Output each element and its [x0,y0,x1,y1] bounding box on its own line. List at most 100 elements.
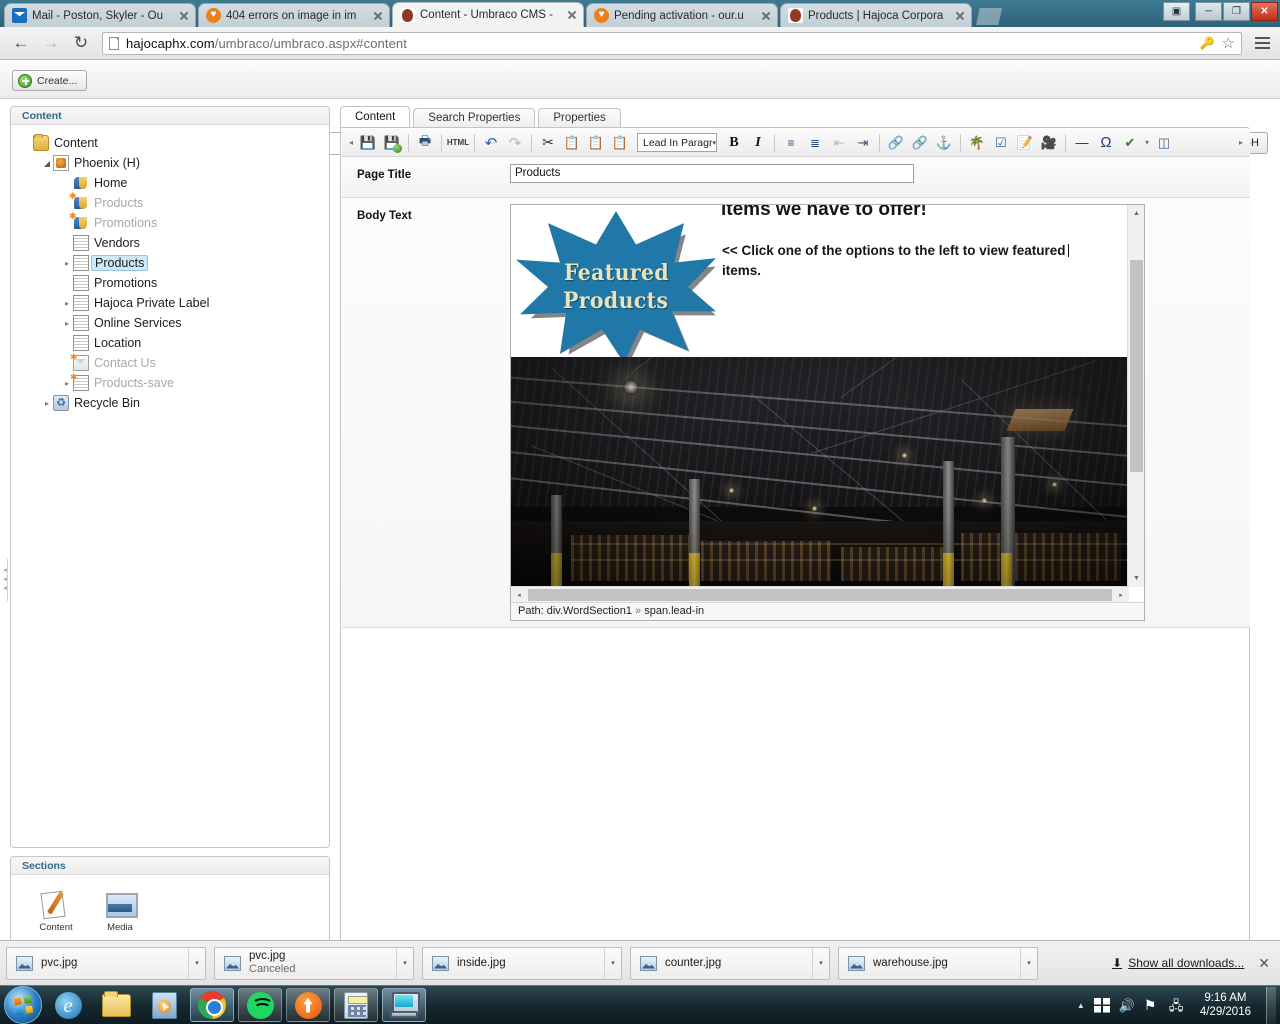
toolbar-scroll-left-icon[interactable]: ◂ [346,138,356,147]
tree-node[interactable]: ▸Online Services [21,313,329,333]
paste-icon[interactable]: 📋 [585,132,607,154]
save-icon[interactable]: 💾 [357,132,379,154]
save-and-publish-icon[interactable]: 💾 [381,132,403,154]
key-icon[interactable]: 🔑 [1200,36,1215,50]
paste-from-word-icon[interactable]: 📋 [609,132,631,154]
bookmark-star-icon[interactable]: ☆ [1222,34,1235,52]
tree-node[interactable]: ▸Recycle Bin [21,393,329,413]
close-icon[interactable] [565,8,579,22]
tree-node[interactable]: ✱Products [21,193,329,213]
tree-node[interactable]: Content [21,133,329,153]
tray-overflow-icon[interactable]: ▲ [1077,1001,1085,1010]
chevron-down-icon[interactable]: ▾ [812,948,829,979]
tree-node[interactable]: ✱Promotions [21,213,329,233]
page-info-icon[interactable] [109,37,119,50]
browser-tab[interactable]: 404 errors on image in im [198,3,390,27]
indent-icon[interactable]: ⇥ [852,132,874,154]
spellcheck-dropdown-icon[interactable]: ▾ [1142,138,1152,147]
scroll-left-icon[interactable]: ◂ [511,587,527,602]
close-icon[interactable] [759,9,773,23]
cut-icon[interactable]: ✂ [537,132,559,154]
insert-media-icon[interactable]: 🎥 [1038,132,1060,154]
rte-horizontal-scrollbar[interactable]: ◂ ▸ [511,586,1129,602]
tab-content[interactable]: Content [340,106,410,128]
tree-expand-icon[interactable]: ▸ [61,299,73,308]
windows-flag-icon[interactable] [1094,998,1110,1013]
unlink-icon[interactable]: 🔗 [909,132,931,154]
tree-expand-icon[interactable]: ▸ [61,259,73,268]
tree-node[interactable]: ▸Products [21,253,329,273]
back-button[interactable]: ← [6,30,36,56]
rte-canvas[interactable]: items we have to offer! Featured Product… [511,205,1129,587]
tree-node[interactable]: Location [21,333,329,353]
taskbar-internet-explorer[interactable] [46,988,90,1022]
copy-icon[interactable]: 📋 [561,132,583,154]
new-tab-button[interactable] [976,8,1002,25]
chevron-down-icon[interactable]: ▾ [604,948,621,979]
taskbar-spotify[interactable] [238,988,282,1022]
format-dropdown[interactable]: Lead In Paragr ▾ [637,133,717,152]
panel-collapse-handle[interactable]: ◂ ◂ ◂ [0,559,9,601]
show-desktop-button[interactable] [1266,987,1276,1024]
html-icon[interactable]: HTML [447,132,469,154]
link-icon[interactable]: 🔗 [885,132,907,154]
chrome-menu-button[interactable] [1250,31,1274,55]
content-tree[interactable]: Content◢Phoenix (H)Home✱Products✱Promoti… [11,125,329,413]
tree-node[interactable]: ◢Phoenix (H) [21,153,329,173]
bullet-list-icon[interactable]: ≡ [780,132,802,154]
page-title-input[interactable]: Products [510,164,914,183]
clock[interactable]: 9:16 AM 4/29/2016 [1194,991,1257,1019]
start-orb-icon[interactable] [4,986,42,1024]
outdent-icon[interactable]: ⇤ [828,132,850,154]
download-item[interactable]: pvc.jpg ▾ [6,947,206,980]
tree-node[interactable]: Home [21,173,329,193]
redo-icon[interactable]: ↷ [504,132,526,154]
bold-button[interactable]: B [723,132,745,154]
scroll-up-icon[interactable]: ▲ [1128,205,1145,222]
flag-icon[interactable] [1144,998,1160,1013]
browser-tab[interactable]: Products | Hajoca Corpora [780,3,972,27]
edit-table-icon[interactable]: 📝 [1014,132,1036,154]
taskbar-remote-desktop[interactable] [382,988,426,1022]
minimize-button[interactable]: ─ [1195,2,1222,21]
rte-vertical-scrollbar[interactable]: ▲ ▼ [1127,205,1144,587]
create-button[interactable]: Create... [12,70,87,91]
chevron-down-icon[interactable]: ▾ [188,948,205,979]
tree-node[interactable]: Promotions [21,273,329,293]
scrollbar-thumb[interactable] [528,589,1112,601]
close-icon[interactable] [177,9,191,23]
section-content[interactable]: Content [33,889,79,933]
download-item[interactable]: counter.jpg ▾ [630,947,830,980]
tree-expand-icon[interactable]: ▸ [41,399,53,408]
tree-node[interactable]: ▸✱Products-save [21,373,329,393]
insert-image-icon[interactable]: 🌴 [966,132,988,154]
section-media[interactable]: Media [97,889,143,933]
download-item[interactable]: warehouse.jpg ▾ [838,947,1038,980]
chevron-down-icon[interactable]: ▾ [1020,948,1037,979]
forward-button[interactable]: → [36,30,66,56]
close-window-button[interactable]: ✕ [1251,2,1278,21]
rich-text-editor[interactable]: items we have to offer! Featured Product… [510,204,1145,621]
taskbar-google-chrome[interactable] [190,988,234,1022]
scroll-down-icon[interactable]: ▼ [1128,570,1145,587]
path-node-1[interactable]: div.WordSection1 [547,605,632,617]
maximize-button[interactable]: ❐ [1223,2,1250,21]
taskbar-orange-arrow-app[interactable] [286,988,330,1022]
undo-icon[interactable]: ↶ [480,132,502,154]
preview-icon[interactable]: 🖶 [414,132,436,154]
browser-tab[interactable]: Mail - Poston, Skyler - Ou [4,3,196,27]
reload-button[interactable]: ↻ [66,30,96,56]
close-shelf-icon[interactable]: ✕ [1258,955,1270,972]
tree-node[interactable]: ▸Hajoca Private Label [21,293,329,313]
taskbar-media-player[interactable] [142,988,186,1022]
browser-tab-active[interactable]: Content - Umbraco CMS - [392,2,584,27]
scroll-right-icon[interactable]: ▸ [1113,587,1129,602]
template-layout-icon[interactable]: ◫ [1153,132,1175,154]
browser-tab[interactable]: Pending activation - our.u [586,3,778,27]
download-item[interactable]: pvc.jpg Canceled ▾ [214,947,414,980]
address-bar[interactable]: hajocaphx.com/umbraco/umbraco.aspx#conte… [102,32,1242,55]
tree-node[interactable]: Vendors [21,233,329,253]
tree-node[interactable]: ✱Contact Us [21,353,329,373]
numbered-list-icon[interactable]: ≣ [804,132,826,154]
taskbar-windows-explorer[interactable] [94,988,138,1022]
